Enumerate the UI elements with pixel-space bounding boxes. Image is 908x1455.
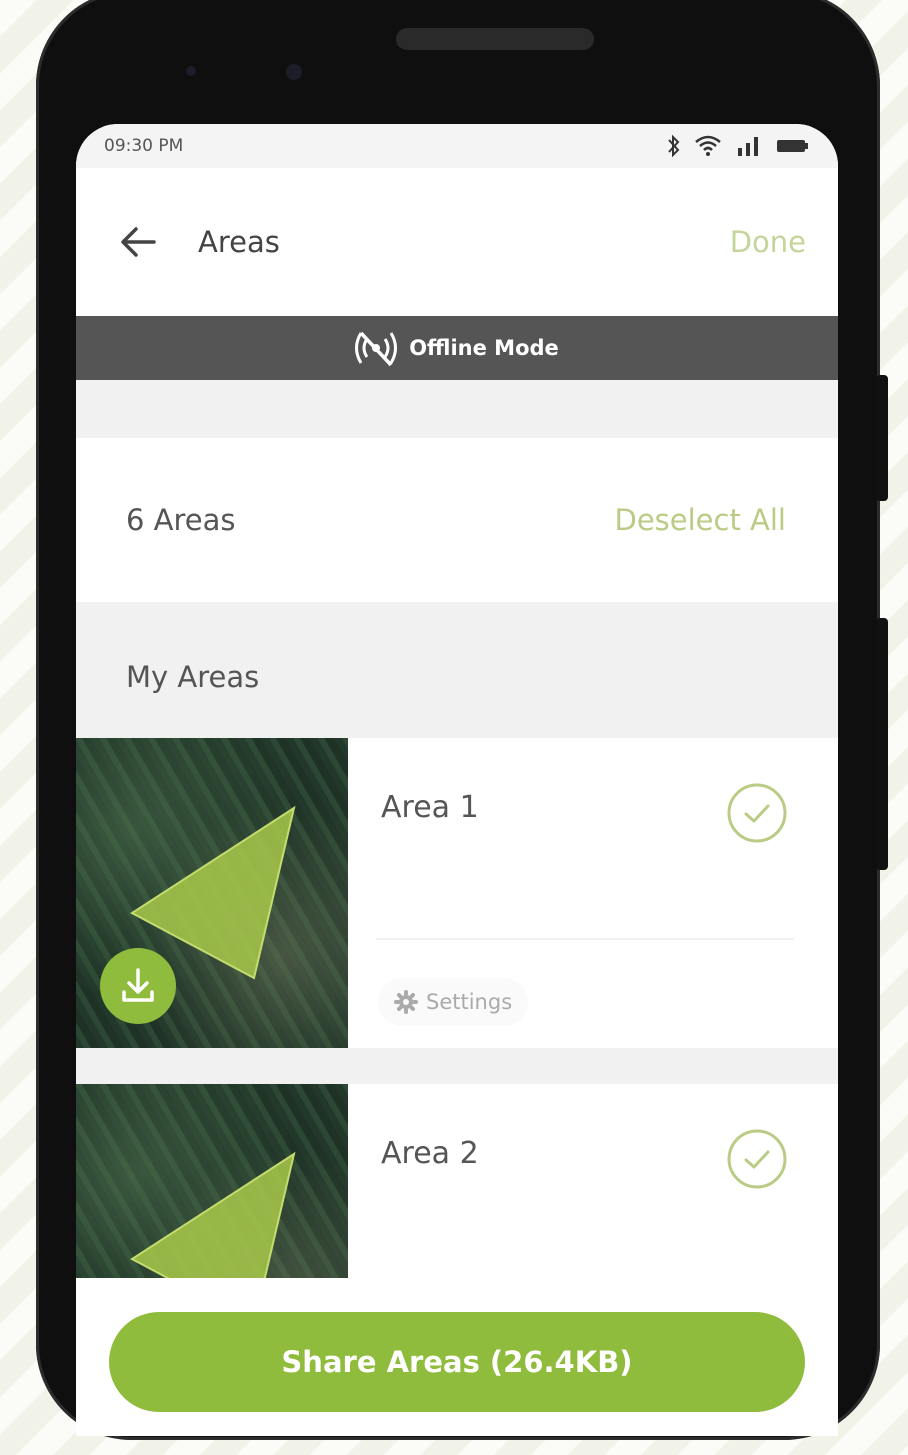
side-button-volume bbox=[876, 375, 888, 501]
card-separator bbox=[76, 1048, 838, 1084]
divider bbox=[376, 938, 794, 940]
section-title: My Areas bbox=[126, 660, 260, 694]
area-count-row: 6 Areas Deselect All bbox=[76, 438, 838, 602]
speaker-grille bbox=[396, 28, 594, 50]
share-areas-button[interactable]: Share Areas (26.4KB) bbox=[109, 1312, 805, 1412]
app-bar: Areas Done bbox=[76, 168, 838, 316]
area-map-thumbnail bbox=[76, 738, 348, 1048]
phone-frame: 09:30 PM Areas Done Offline Mode 6 Areas… bbox=[36, 0, 880, 1440]
battery-icon bbox=[777, 140, 808, 152]
status-bar: 09:30 PM bbox=[76, 124, 838, 168]
offline-mode-label: Offline Mode bbox=[409, 336, 559, 360]
arrow-left-icon[interactable] bbox=[116, 220, 160, 264]
area-name: Area 2 bbox=[381, 1136, 479, 1171]
status-time: 09:30 PM bbox=[104, 136, 184, 156]
area-card[interactable]: Area 1 Settings bbox=[76, 738, 838, 1048]
bluetooth-icon bbox=[668, 134, 680, 158]
area-card-body: Area 1 Settings bbox=[348, 738, 838, 1048]
spacer-band bbox=[76, 380, 838, 438]
wifi-icon bbox=[695, 135, 721, 156]
app-screen: 09:30 PM Areas Done Offline Mode 6 Areas… bbox=[76, 124, 838, 1436]
signal-icon bbox=[738, 137, 758, 156]
section-header-my-areas: My Areas bbox=[76, 602, 838, 738]
check-circle-icon[interactable] bbox=[726, 782, 788, 844]
signal-off-icon bbox=[355, 331, 398, 367]
side-button-power bbox=[876, 618, 888, 870]
page-title: Areas bbox=[198, 225, 280, 259]
download-icon bbox=[122, 968, 154, 1002]
status-icons bbox=[666, 134, 810, 158]
offline-mode-banner: Offline Mode bbox=[76, 316, 838, 380]
share-footer: Share Areas (26.4KB) bbox=[76, 1278, 838, 1436]
gear-icon bbox=[394, 990, 418, 1014]
settings-label: Settings bbox=[426, 990, 513, 1014]
front-camera bbox=[286, 64, 302, 80]
settings-button[interactable]: Settings bbox=[378, 978, 529, 1026]
area-count-label: 6 Areas bbox=[126, 503, 236, 537]
check-circle-icon[interactable] bbox=[726, 1128, 788, 1190]
deselect-all-button[interactable]: Deselect All bbox=[614, 503, 786, 537]
area-name: Area 1 bbox=[381, 790, 479, 825]
done-button[interactable]: Done bbox=[730, 225, 806, 259]
proximity-sensor bbox=[186, 66, 196, 76]
download-badge[interactable] bbox=[100, 948, 176, 1024]
